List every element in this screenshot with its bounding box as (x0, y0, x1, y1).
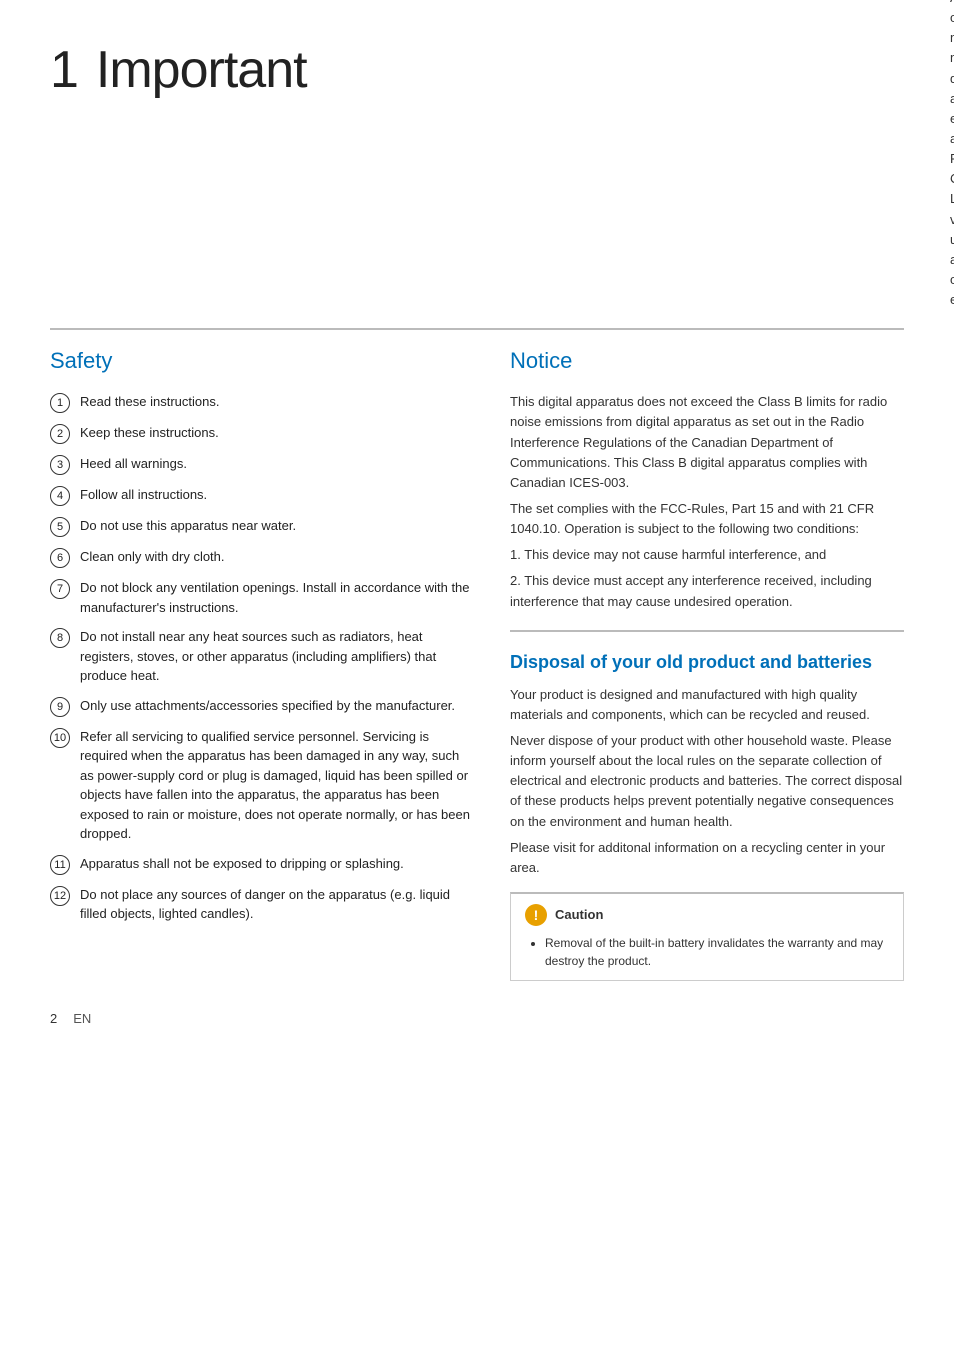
page-number: 2 (50, 1011, 57, 1026)
safety-item-11: 11 Apparatus shall not be exposed to dri… (50, 854, 470, 875)
safety-item-text: Heed all warnings. (80, 454, 470, 474)
safety-item-1: 1 Read these instructions. (50, 392, 470, 413)
disposal-text: Your product is designed and manufacture… (510, 685, 904, 878)
safety-item-3: 3 Heed all warnings. (50, 454, 470, 475)
chapter-number: 1 (50, 41, 78, 99)
chapter-title: 1Important (50, 40, 470, 100)
safety-num-circle: 2 (50, 424, 70, 444)
notice-paragraph: 2. This device must accept any interfere… (510, 571, 904, 611)
notice-text: This digital apparatus does not exceed t… (510, 392, 904, 611)
safety-item-text: Apparatus shall not be exposed to drippi… (80, 854, 470, 874)
safety-item-2: 2 Keep these instructions. (50, 423, 470, 444)
disposal-title: Disposal of your old product and batteri… (510, 652, 904, 673)
safety-num-circle: 7 (50, 579, 70, 599)
caution-box: ! Caution Removal of the built-in batter… (510, 892, 904, 981)
intro-text: Any changes or modifications made to thi… (950, 0, 954, 310)
safety-item-text: Read these instructions. (80, 392, 470, 412)
safety-num-circle: 6 (50, 548, 70, 568)
safety-item-text: Keep these instructions. (80, 423, 470, 443)
safety-item-8: 8 Do not install near any heat sources s… (50, 627, 470, 686)
caution-bullet: Removal of the built-in battery invalida… (545, 934, 889, 970)
safety-num-circle: 4 (50, 486, 70, 506)
caution-header: ! Caution (525, 904, 889, 926)
safety-num-circle: 1 (50, 393, 70, 413)
safety-item-12: 12 Do not place any sources of danger on… (50, 885, 470, 924)
safety-item-text: Do not place any sources of danger on th… (80, 885, 470, 924)
caution-icon: ! (525, 904, 547, 926)
safety-item-5: 5 Do not use this apparatus near water. (50, 516, 470, 537)
safety-item-text: Only use attachments/accessories specifi… (80, 696, 470, 716)
caution-title: Caution (555, 907, 603, 922)
safety-num-circle: 5 (50, 517, 70, 537)
safety-num-circle: 8 (50, 628, 70, 648)
caution-body: Removal of the built-in battery invalida… (525, 934, 889, 970)
safety-num-circle: 10 (50, 728, 70, 748)
disposal-divider (510, 630, 904, 632)
safety-item-text: Clean only with dry cloth. (80, 547, 470, 567)
safety-num-circle: 12 (50, 886, 70, 906)
safety-item-text: Refer all servicing to qualified service… (80, 727, 470, 844)
safety-item-10: 10 Refer all servicing to qualified serv… (50, 727, 470, 844)
safety-num-circle: 9 (50, 697, 70, 717)
disposal-paragraph: Never dispose of your product with other… (510, 731, 904, 832)
disposal-paragraph: Please visit for additonal information o… (510, 838, 904, 878)
safety-item-4: 4 Follow all instructions. (50, 485, 470, 506)
safety-item-9: 9 Only use attachments/accessories speci… (50, 696, 470, 717)
safety-title: Safety (50, 348, 470, 374)
safety-item-6: 6 Clean only with dry cloth. (50, 547, 470, 568)
top-divider (50, 328, 904, 330)
disposal-section: Disposal of your old product and batteri… (510, 652, 904, 981)
safety-item-text: Do not install near any heat sources suc… (80, 627, 470, 686)
language-label: EN (73, 1011, 91, 1026)
notice-title: Notice (510, 348, 904, 374)
notice-paragraph: The set complies with the FCC-Rules, Par… (510, 499, 904, 539)
safety-list: 1 Read these instructions. 2 Keep these … (50, 392, 470, 924)
notice-paragraph: This digital apparatus does not exceed t… (510, 392, 904, 493)
safety-item-text: Do not use this apparatus near water. (80, 516, 470, 536)
disposal-paragraph: Your product is designed and manufacture… (510, 685, 904, 725)
safety-item-7: 7 Do not block any ventilation openings.… (50, 578, 470, 617)
safety-item-text: Follow all instructions. (80, 485, 470, 505)
safety-num-circle: 11 (50, 855, 70, 875)
safety-column: Safety 1 Read these instructions. 2 Keep… (50, 348, 470, 981)
safety-num-circle: 3 (50, 455, 70, 475)
notice-paragraph: 1. This device may not cause harmful int… (510, 545, 904, 565)
footer: 2 EN (50, 1011, 904, 1026)
safety-item-text: Do not block any ventilation openings. I… (80, 578, 470, 617)
notice-column: Notice This digital apparatus does not e… (510, 348, 904, 981)
